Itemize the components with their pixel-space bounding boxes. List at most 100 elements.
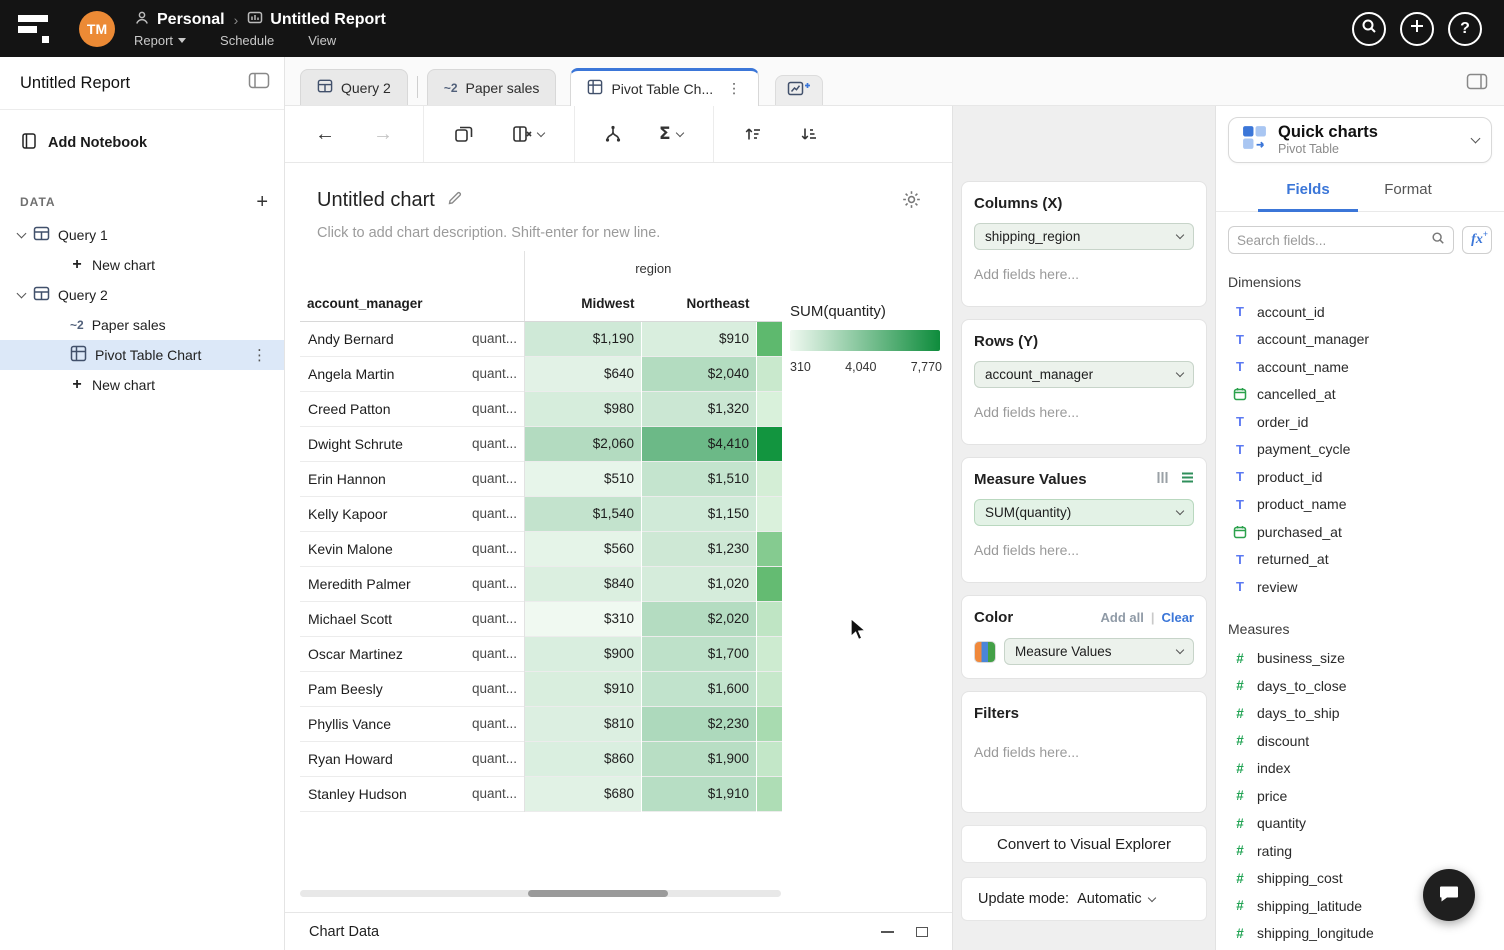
- pivot-cell-partial[interactable]: [757, 356, 782, 391]
- pivot-cell[interactable]: $1,910: [642, 776, 757, 811]
- pivot-cell[interactable]: $640: [525, 356, 642, 391]
- pivot-cell[interactable]: $840: [525, 566, 642, 601]
- chat-support-button[interactable]: [1423, 869, 1475, 921]
- pivot-cell[interactable]: $900: [525, 636, 642, 671]
- pivot-cell-partial[interactable]: [757, 601, 782, 636]
- maximize-icon[interactable]: [916, 927, 928, 937]
- chevron-expanded-icon[interactable]: [17, 289, 27, 299]
- dimension-field-account_id[interactable]: Taccount_id: [1228, 298, 1492, 326]
- pivot-cell[interactable]: $2,040: [642, 356, 757, 391]
- new-chart-tab-button[interactable]: [775, 75, 823, 105]
- minimize-icon[interactable]: [881, 931, 894, 933]
- pivot-cell[interactable]: $910: [525, 671, 642, 706]
- pivot-cell[interactable]: $980: [525, 391, 642, 426]
- pivot-cell-partial[interactable]: [757, 566, 782, 601]
- pivot-cell[interactable]: $1,900: [642, 741, 757, 776]
- avatar[interactable]: TM: [79, 11, 115, 47]
- pivot-cell[interactable]: $2,020: [642, 601, 757, 636]
- pivot-cell[interactable]: $310: [525, 601, 642, 636]
- tab-format[interactable]: Format: [1358, 181, 1458, 211]
- measure-field-days_to_ship[interactable]: #days_to_ship: [1228, 700, 1492, 728]
- add-all-link[interactable]: Add all: [1100, 610, 1143, 625]
- pivot-cell-partial[interactable]: [757, 321, 782, 356]
- measure-field-discount[interactable]: #discount: [1228, 727, 1492, 755]
- pivot-cell[interactable]: $1,230: [642, 531, 757, 566]
- sort-descending-icon[interactable]: [800, 126, 818, 142]
- row-field-header[interactable]: account_manager: [300, 286, 465, 321]
- measure-field-quantity[interactable]: #quantity: [1228, 810, 1492, 838]
- dimension-field-account_manager[interactable]: Taccount_manager: [1228, 326, 1492, 354]
- chevron-expanded-icon[interactable]: [17, 229, 27, 239]
- chart-description-placeholder[interactable]: Click to add chart description. Shift-en…: [317, 225, 660, 241]
- dimension-field-cancelled_at[interactable]: cancelled_at: [1228, 381, 1492, 409]
- color-swatch-icon[interactable]: [974, 641, 996, 663]
- expand-panel-icon[interactable]: [1466, 73, 1488, 95]
- measure-field-rating[interactable]: #rating: [1228, 837, 1492, 865]
- workspace-name[interactable]: Personal: [157, 11, 225, 29]
- tab-query-2[interactable]: Query 2: [300, 69, 408, 105]
- dimension-field-payment_cycle[interactable]: Tpayment_cycle: [1228, 436, 1492, 464]
- sidebar-item-query-1[interactable]: Query 1: [0, 220, 284, 250]
- tab-options-icon[interactable]: ⋮: [727, 80, 742, 97]
- pivot-cell[interactable]: $860: [525, 741, 642, 776]
- pivot-cell-partial[interactable]: [757, 741, 782, 776]
- pivot-cell-partial[interactable]: [757, 531, 782, 566]
- pivot-cell[interactable]: $560: [525, 531, 642, 566]
- formula-fx-button[interactable]: fx+: [1462, 226, 1492, 254]
- clear-link[interactable]: Clear: [1161, 610, 1194, 625]
- pivot-cell-partial[interactable]: [757, 426, 782, 461]
- pivot-cell[interactable]: $1,150: [642, 496, 757, 531]
- tab-fields[interactable]: Fields: [1258, 181, 1358, 212]
- menu-schedule[interactable]: Schedule: [220, 33, 274, 48]
- pivot-cell[interactable]: $4,410: [642, 426, 757, 461]
- dimension-field-order_id[interactable]: Torder_id: [1228, 408, 1492, 436]
- pivot-cell[interactable]: $2,060: [525, 426, 642, 461]
- pivot-cell[interactable]: $910: [642, 321, 757, 356]
- dimension-field-purchased_at[interactable]: purchased_at: [1228, 518, 1492, 546]
- measure-dropzone[interactable]: Add fields here...: [974, 542, 1194, 558]
- add-button[interactable]: [1400, 12, 1434, 46]
- measure-field-days_to_close[interactable]: #days_to_close: [1228, 672, 1492, 700]
- dimension-field-returned_at[interactable]: Treturned_at: [1228, 546, 1492, 574]
- horizontal-scrollbar[interactable]: [300, 890, 781, 897]
- redo-icon[interactable]: →: [373, 123, 393, 146]
- add-notebook-button[interactable]: Add Notebook: [0, 110, 284, 164]
- pivot-cell[interactable]: $810: [525, 706, 642, 741]
- sidebar-item-new-chart[interactable]: +New chart: [0, 370, 284, 400]
- duplicate-chart-icon[interactable]: [454, 125, 474, 143]
- measure-field-business_size[interactable]: #business_size: [1228, 645, 1492, 673]
- aggregate-sigma-icon[interactable]: Σ: [659, 124, 683, 144]
- chart-data-label[interactable]: Chart Data: [309, 924, 379, 940]
- sidebar-item-query-2[interactable]: Query 2: [0, 280, 284, 310]
- dimension-field-account_name[interactable]: Taccount_name: [1228, 353, 1492, 381]
- dimension-field-product_name[interactable]: Tproduct_name: [1228, 491, 1492, 519]
- convert-to-visual-explorer-button[interactable]: Convert to Visual Explorer: [961, 825, 1207, 863]
- sort-ascending-icon[interactable]: [744, 126, 762, 142]
- pivot-cell[interactable]: $1,320: [642, 391, 757, 426]
- search-button[interactable]: [1352, 12, 1386, 46]
- pivot-cell[interactable]: $1,510: [642, 461, 757, 496]
- pivot-cell[interactable]: $1,540: [525, 496, 642, 531]
- rows-field-pill[interactable]: account_manager: [974, 361, 1194, 388]
- pivot-cell-partial[interactable]: [757, 636, 782, 671]
- scrollbar-thumb[interactable]: [528, 890, 668, 897]
- report-title[interactable]: Untitled Report: [270, 11, 386, 29]
- columns-field-pill[interactable]: shipping_region: [974, 223, 1194, 250]
- measure-field-shipping_longitude[interactable]: #shipping_longitude: [1228, 920, 1492, 948]
- remove-column-icon[interactable]: [512, 125, 544, 143]
- pivot-cell[interactable]: $2,230: [642, 706, 757, 741]
- collapse-sidebar-icon[interactable]: [248, 72, 270, 94]
- tab-paper-sales[interactable]: ~2 Paper sales: [427, 69, 557, 105]
- pivot-cell[interactable]: $1,190: [525, 321, 642, 356]
- measure-field-index[interactable]: #index: [1228, 755, 1492, 783]
- add-data-button[interactable]: +: [256, 192, 268, 212]
- menu-report[interactable]: Report: [134, 33, 186, 48]
- pivot-cell-partial[interactable]: [757, 496, 782, 531]
- pivot-cell-partial[interactable]: [757, 461, 782, 496]
- column-header[interactable]: Midwest: [525, 286, 642, 321]
- chart-settings-gear-icon[interactable]: [901, 189, 922, 215]
- dimension-field-product_id[interactable]: Tproduct_id: [1228, 463, 1492, 491]
- pivot-cell[interactable]: $1,700: [642, 636, 757, 671]
- edit-title-icon[interactable]: [447, 190, 463, 211]
- branch-icon[interactable]: [605, 125, 621, 143]
